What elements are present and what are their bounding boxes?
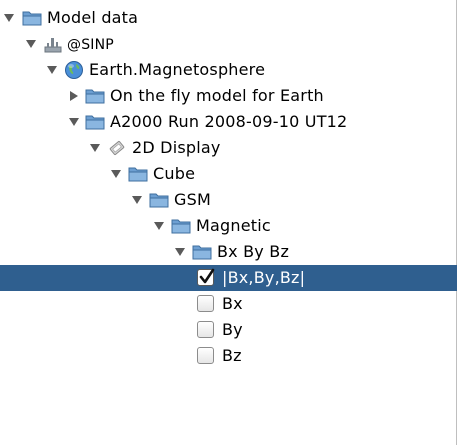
tree-node-label: A2000 Run 2008-09-10 UT12: [110, 112, 348, 131]
tree-leaf-label: Bx: [222, 294, 243, 313]
tree-node-model-data[interactable]: Model data: [0, 5, 457, 31]
tree-node-label: On the fly model for Earth: [110, 86, 324, 105]
tree-leaf-bx[interactable]: Bx: [0, 291, 457, 317]
tree-node-2d-display[interactable]: 2D Display: [0, 135, 457, 161]
triangle-down-icon[interactable]: [47, 65, 57, 75]
tree-node-cube[interactable]: Cube: [0, 161, 457, 187]
folder-icon: [22, 11, 42, 26]
tree-node-label: Bx By Bz: [217, 242, 290, 261]
tree-leaf-bx-by-bz-magnitude[interactable]: |Bx,By,Bz|: [0, 265, 457, 291]
triangle-down-icon[interactable]: [132, 195, 142, 205]
tree-node-label: GSM: [174, 190, 211, 209]
tree-node-on-the-fly[interactable]: On the fly model for Earth: [0, 83, 457, 109]
tree-node-label: Earth.Magnetosphere: [89, 60, 266, 79]
checkbox-unchecked[interactable]: [197, 347, 214, 364]
triangle-down-icon[interactable]: [90, 143, 100, 153]
tree-node-label: Model data: [47, 8, 139, 27]
triangle-down-icon[interactable]: [26, 39, 36, 49]
checkbox-checked[interactable]: [197, 268, 215, 286]
folder-icon: [171, 219, 191, 234]
checkmark-icon: [199, 268, 215, 284]
folder-icon: [149, 193, 169, 208]
model-tree[interactable]: Model data @SINP Earth.Magnetosphere On …: [0, 0, 457, 445]
triangle-down-icon[interactable]: [154, 221, 164, 231]
checkbox-unchecked[interactable]: [197, 321, 214, 338]
folder-icon: [192, 245, 212, 260]
tree-node-magnetic[interactable]: Magnetic: [0, 213, 457, 239]
triangle-down-icon[interactable]: [69, 117, 79, 127]
checkbox-unchecked[interactable]: [197, 295, 214, 312]
tree-leaf-label: Bz: [222, 346, 242, 365]
tree-node-earth-magnetosphere[interactable]: Earth.Magnetosphere: [0, 57, 457, 83]
tree-node-label: 2D Display: [132, 138, 221, 157]
display-icon: [109, 140, 125, 156]
triangle-right-icon[interactable]: [69, 91, 79, 101]
folder-icon: [85, 89, 105, 104]
triangle-down-icon[interactable]: [175, 247, 185, 257]
triangle-down-icon[interactable]: [4, 13, 14, 23]
tree-node-label: Magnetic: [196, 216, 271, 235]
tree-node-label: Cube: [153, 164, 196, 183]
tree-node-sinp[interactable]: @SINP: [0, 31, 457, 57]
tree-node-label: @SINP: [67, 37, 114, 53]
triangle-down-icon[interactable]: [111, 169, 121, 179]
tree-leaf-by[interactable]: By: [0, 317, 457, 343]
globe-icon: [65, 61, 83, 79]
folder-icon: [128, 167, 148, 182]
folder-icon: [85, 115, 105, 130]
tree-leaf-label: |Bx,By,Bz|: [222, 268, 306, 287]
tree-node-bx-by-bz[interactable]: Bx By Bz: [0, 239, 457, 265]
server-icon: [44, 38, 62, 53]
tree-leaf-label: By: [222, 320, 243, 339]
tree-node-a2000-run[interactable]: A2000 Run 2008-09-10 UT12: [0, 109, 457, 135]
tree-node-gsm[interactable]: GSM: [0, 187, 457, 213]
tree-leaf-bz[interactable]: Bz: [0, 343, 457, 369]
